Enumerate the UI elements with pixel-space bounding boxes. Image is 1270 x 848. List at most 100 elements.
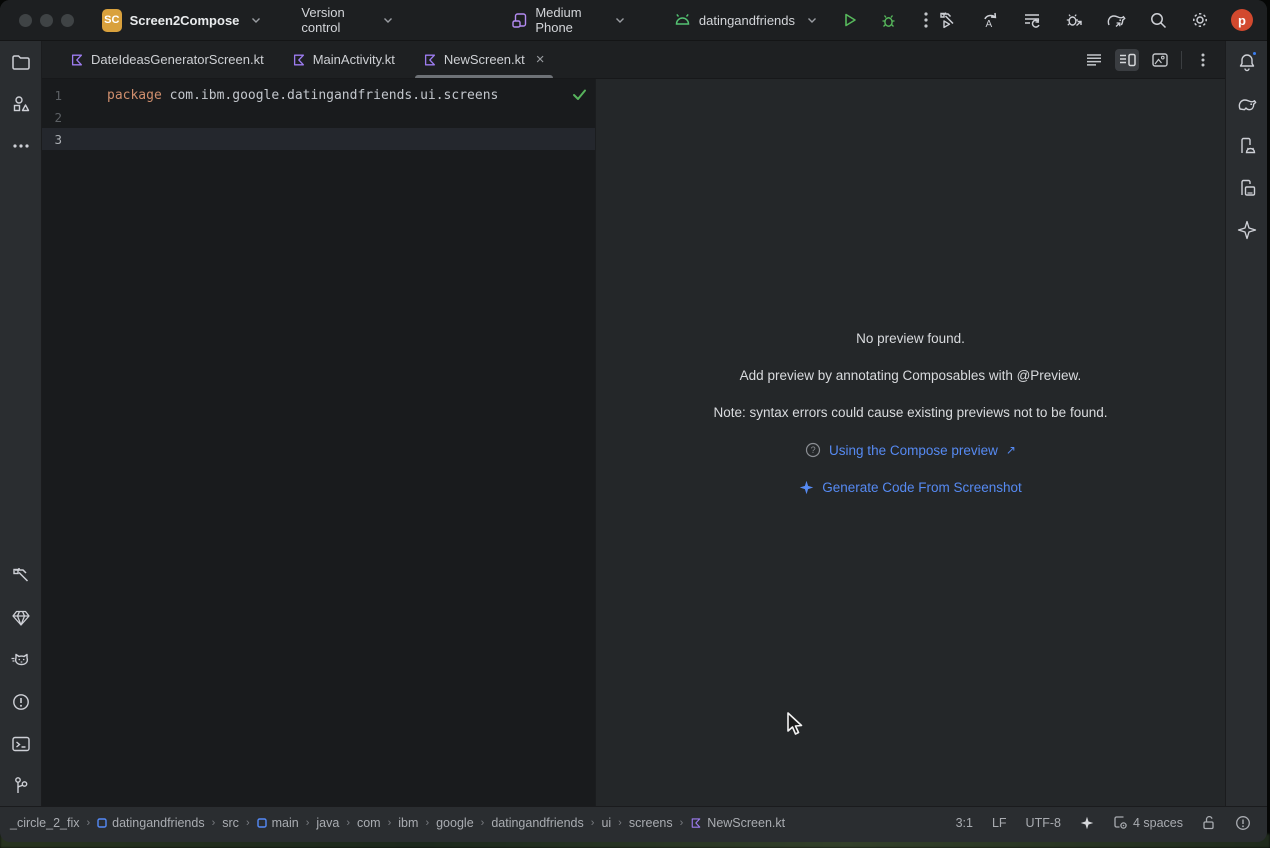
tab-newscreen[interactable]: NewScreen.kt × bbox=[409, 41, 559, 78]
editor-mode-switcher bbox=[1082, 41, 1225, 78]
breadcrumb-label: datingandfriends bbox=[491, 816, 583, 830]
device-selector-label: Medium Phone bbox=[535, 5, 603, 35]
right-tool-rail bbox=[1225, 41, 1267, 806]
more-run-options-icon[interactable] bbox=[915, 9, 937, 31]
tab-label: MainActivity.kt bbox=[313, 52, 395, 67]
gradle-tool-icon[interactable] bbox=[1236, 93, 1258, 115]
run-button[interactable] bbox=[839, 9, 861, 31]
design-view-icon[interactable] bbox=[1148, 49, 1172, 71]
device-selector[interactable]: Medium Phone bbox=[511, 5, 625, 35]
sync-list-icon[interactable] bbox=[1021, 9, 1043, 31]
indent-widget[interactable]: 4 spaces bbox=[1113, 815, 1183, 830]
settings-gear-icon[interactable] bbox=[1189, 9, 1211, 31]
build-tool-icon[interactable] bbox=[10, 565, 32, 587]
debug-button[interactable] bbox=[877, 9, 899, 31]
encoding-widget[interactable]: UTF-8 bbox=[1026, 816, 1061, 830]
logcat-tool-icon[interactable] bbox=[10, 649, 32, 671]
problems-tool-icon[interactable] bbox=[10, 691, 32, 713]
breadcrumb-item[interactable]: java bbox=[316, 816, 339, 830]
gem-tool-icon[interactable] bbox=[10, 607, 32, 629]
breadcrumb-label: screens bbox=[629, 816, 673, 830]
code-editor[interactable]: 1 package com.ibm.google.datingandfriend… bbox=[42, 79, 595, 806]
running-devices-icon[interactable] bbox=[1236, 177, 1258, 199]
version-control-tool-icon[interactable] bbox=[10, 775, 32, 797]
breadcrumb-item[interactable]: com bbox=[357, 816, 381, 830]
breadcrumb-label: NewScreen.kt bbox=[707, 816, 785, 830]
breadcrumb-item-file[interactable]: NewScreen.kt bbox=[690, 816, 785, 830]
breadcrumb-item[interactable]: datingandfriends bbox=[491, 816, 583, 830]
status-bar: _circle_2_fix › datingandfriends › src ›… bbox=[0, 806, 1267, 842]
compose-preview-panel: No preview found. Add preview by annotat… bbox=[595, 79, 1225, 806]
run-configuration-label: datingandfriends bbox=[699, 13, 795, 28]
tab-dateideasgeneratorscreen[interactable]: DateIdeasGeneratorScreen.kt bbox=[56, 41, 278, 78]
toolbar-divider bbox=[1181, 51, 1182, 69]
gradle-sync-icon[interactable] bbox=[1105, 9, 1127, 31]
tab-mainactivity[interactable]: MainActivity.kt bbox=[278, 41, 409, 78]
code-view-icon[interactable] bbox=[1082, 49, 1106, 71]
terminal-tool-icon[interactable] bbox=[10, 733, 32, 755]
chevron-down-icon bbox=[615, 17, 625, 24]
notifications-bell-icon[interactable] bbox=[1236, 51, 1258, 73]
tab-label: DateIdeasGeneratorScreen.kt bbox=[91, 52, 264, 67]
gemini-status-sparkle-icon[interactable] bbox=[1080, 816, 1094, 830]
project-selector[interactable]: Screen2Compose bbox=[122, 13, 262, 28]
gemini-sparkle-icon bbox=[799, 480, 814, 495]
search-everywhere-icon[interactable] bbox=[1147, 9, 1169, 31]
version-control-menu[interactable]: Version control bbox=[301, 5, 393, 35]
breadcrumb-item[interactable]: datingandfriends bbox=[97, 816, 204, 830]
preview-message-hint: Add preview by annotating Composables wi… bbox=[740, 368, 1082, 383]
maximize-window-button[interactable] bbox=[61, 14, 74, 27]
breadcrumb-item[interactable]: main bbox=[257, 816, 299, 830]
split-view-icon[interactable] bbox=[1115, 49, 1139, 71]
version-control-label: Version control bbox=[301, 5, 371, 35]
attach-debugger-icon[interactable] bbox=[1063, 9, 1085, 31]
chevron-down-icon bbox=[807, 17, 817, 24]
module-icon bbox=[257, 818, 267, 828]
code-line[interactable]: 2 bbox=[42, 106, 595, 128]
generate-code-from-screenshot-link[interactable]: Generate Code From Screenshot bbox=[799, 480, 1022, 495]
close-window-button[interactable] bbox=[19, 14, 32, 27]
close-tab-icon[interactable]: × bbox=[536, 52, 545, 67]
title-bar: SC Screen2Compose Version control Medium… bbox=[0, 0, 1267, 41]
readonly-unlocked-icon[interactable] bbox=[1202, 815, 1216, 830]
breadcrumb-item[interactable]: src bbox=[222, 816, 239, 830]
breadcrumb-item[interactable]: _circle_2_fix bbox=[10, 816, 79, 830]
breadcrumb-item[interactable]: google bbox=[436, 816, 474, 830]
breadcrumb-separator: › bbox=[306, 817, 310, 829]
resizable-device-icon bbox=[511, 12, 528, 29]
line-number: 1 bbox=[42, 88, 62, 103]
line-separator-widget[interactable]: LF bbox=[992, 816, 1007, 830]
gemini-tool-icon[interactable] bbox=[1236, 219, 1258, 241]
run-configuration-selector[interactable]: datingandfriends bbox=[673, 13, 817, 28]
help-question-icon: ? bbox=[805, 442, 821, 458]
breadcrumb-item[interactable]: screens bbox=[629, 816, 673, 830]
main-area: DateIdeasGeneratorScreen.kt MainActivity… bbox=[0, 41, 1267, 806]
device-manager-icon[interactable] bbox=[1236, 135, 1258, 157]
minimize-window-button[interactable] bbox=[40, 14, 53, 27]
code-line[interactable]: 1 package com.ibm.google.datingandfriend… bbox=[42, 84, 595, 106]
breadcrumb-item[interactable]: ui bbox=[601, 816, 611, 830]
compose-preview-docs-link[interactable]: ? Using the Compose preview ↗ bbox=[805, 442, 1016, 458]
kotlin-file-icon bbox=[690, 817, 702, 829]
profile-avatar[interactable]: p bbox=[1231, 9, 1253, 31]
project-tool-icon[interactable] bbox=[10, 51, 32, 73]
kotlin-file-icon bbox=[423, 53, 437, 67]
editor-options-kebab-icon[interactable] bbox=[1191, 49, 1215, 71]
apply-changes-icon[interactable]: A bbox=[979, 9, 1001, 31]
breadcrumb-item[interactable]: ibm bbox=[398, 816, 418, 830]
breadcrumb-label: datingandfriends bbox=[112, 816, 204, 830]
breadcrumb-separator: › bbox=[680, 817, 684, 829]
caret-position-widget[interactable]: 3:1 bbox=[956, 816, 973, 830]
code-line-current[interactable]: 3 bbox=[42, 128, 595, 150]
build-run-hammer-icon[interactable] bbox=[937, 9, 959, 31]
inspection-ok-check-icon[interactable] bbox=[572, 88, 587, 101]
link-label: Using the Compose preview bbox=[829, 443, 998, 458]
link-label: Generate Code From Screenshot bbox=[822, 480, 1022, 495]
kotlin-file-icon bbox=[70, 53, 84, 67]
inspection-status-icon[interactable] bbox=[1235, 815, 1251, 831]
breadcrumb-label: src bbox=[222, 816, 239, 830]
breadcrumb-separator: › bbox=[388, 817, 392, 829]
resource-manager-icon[interactable] bbox=[10, 93, 32, 115]
more-tool-windows-icon[interactable] bbox=[10, 135, 32, 157]
svg-text:A: A bbox=[986, 19, 993, 30]
